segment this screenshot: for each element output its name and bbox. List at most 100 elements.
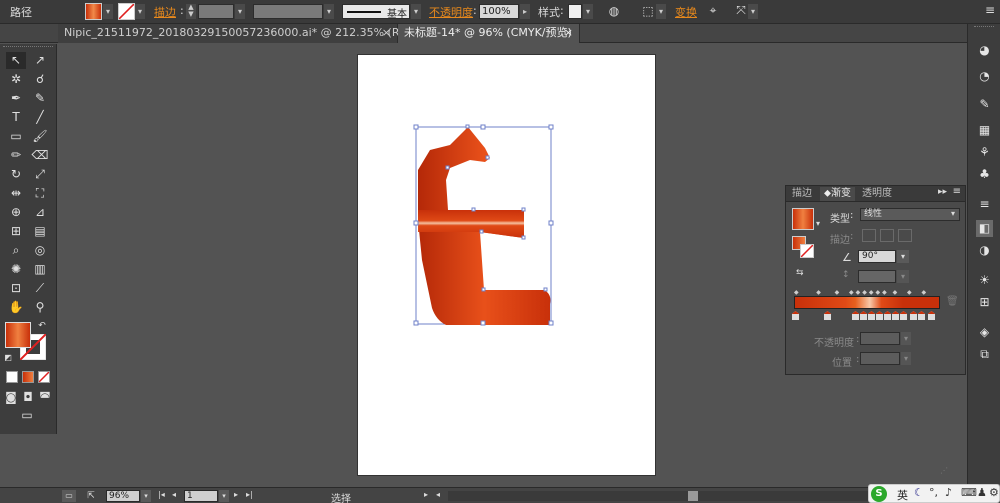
dock-grip[interactable] bbox=[974, 26, 994, 27]
close-icon[interactable]: × bbox=[382, 24, 391, 42]
chevron-down-icon[interactable]: ▾ bbox=[951, 209, 955, 218]
artboard-dropdown[interactable]: ▾ bbox=[219, 490, 229, 502]
magic-wand-tool[interactable]: ✲ bbox=[6, 71, 26, 88]
hand-tool[interactable]: ✋ bbox=[6, 299, 26, 316]
color-panel-icon[interactable]: ◕ bbox=[976, 42, 993, 59]
gradient-tool[interactable]: ▤ bbox=[30, 223, 50, 240]
rectangle-tool[interactable]: ▭ bbox=[6, 128, 26, 145]
gradient-slider[interactable] bbox=[794, 296, 940, 309]
gradient-color-stop[interactable] bbox=[910, 311, 917, 320]
opacity-dropdown[interactable]: ▸ bbox=[520, 4, 530, 19]
direct-selection-tool[interactable]: ↗ bbox=[30, 52, 50, 69]
reverse-gradient-icon[interactable]: ⇆ bbox=[796, 268, 804, 278]
gradient-preview-swatch[interactable] bbox=[792, 208, 814, 230]
zoom-tool[interactable]: ⚲ bbox=[30, 299, 50, 316]
default-colors-icon[interactable]: ◩ bbox=[3, 353, 13, 363]
transparency-panel-icon[interactable]: ◑ bbox=[976, 242, 993, 259]
none-mode-icon[interactable] bbox=[38, 371, 50, 383]
fill-stroke-toggle-stroke[interactable] bbox=[800, 244, 814, 258]
fill-swatch[interactable] bbox=[85, 3, 102, 20]
gradient-color-stop[interactable] bbox=[824, 311, 831, 320]
sogou-logo-icon[interactable]: S bbox=[871, 486, 887, 502]
panel-menu-icon[interactable]: ≡ bbox=[984, 3, 996, 17]
gradient-color-stop[interactable] bbox=[884, 311, 891, 320]
isolate-object-icon[interactable]: ⌖ bbox=[705, 3, 721, 18]
shape-builder-tool[interactable]: ⊕ bbox=[6, 204, 26, 221]
pencil-tool[interactable]: ✏ bbox=[6, 147, 26, 164]
align-dropdown[interactable]: ▾ bbox=[656, 4, 666, 19]
perspective-grid-tool[interactable]: ⊿ bbox=[30, 204, 50, 221]
first-artboard-icon[interactable]: |◂ bbox=[158, 490, 165, 499]
brushes-icon[interactable]: ✎ bbox=[976, 96, 993, 113]
fill-color-front[interactable] bbox=[5, 322, 31, 348]
gradient-color-stop[interactable] bbox=[852, 311, 859, 320]
transform-label[interactable]: 变换 bbox=[675, 4, 697, 20]
stroke-panel-icon[interactable]: ≡ bbox=[976, 196, 993, 213]
gradient-midpoint-row[interactable]: ◆ ◆ ◆ ◆◆◆◆◆◆ ◆ ◆ ◆ bbox=[794, 289, 944, 296]
scroll-left-icon[interactable]: ◂ bbox=[436, 490, 440, 499]
stroke-weight-stepper[interactable]: ▲ ▼ bbox=[186, 4, 196, 19]
paintbrush-tool[interactable]: 🖌 bbox=[30, 128, 50, 145]
swatches-icon[interactable]: ▦ bbox=[976, 122, 993, 139]
variable-width-dropdown[interactable]: ▾ bbox=[324, 4, 334, 19]
keyboard-icon[interactable]: ⌨ bbox=[961, 486, 977, 499]
stroke-weight-field[interactable] bbox=[198, 4, 234, 19]
stroke-swatch[interactable] bbox=[118, 3, 135, 20]
rotate-tool[interactable]: ↻ bbox=[6, 166, 26, 183]
type-tool[interactable]: T bbox=[6, 109, 26, 126]
close-icon[interactable]: × bbox=[564, 24, 573, 42]
zoom-dropdown[interactable]: ▾ bbox=[141, 490, 151, 502]
horizontal-scrollbar-thumb[interactable] bbox=[688, 491, 698, 501]
style-dropdown[interactable]: ▾ bbox=[583, 4, 593, 19]
tab-stroke[interactable]: 描边 bbox=[788, 187, 816, 201]
microphone-icon[interactable]: ♪ bbox=[945, 486, 952, 499]
gradient-preset-dropdown-icon[interactable]: ▾ bbox=[816, 219, 820, 228]
ime-language-toggle[interactable]: 英 bbox=[897, 487, 908, 503]
gradient-color-stop[interactable] bbox=[900, 311, 907, 320]
gradient-color-stop[interactable] bbox=[918, 311, 925, 320]
recolor-artwork-icon[interactable]: ◍ bbox=[606, 4, 622, 18]
graphic-styles-icon[interactable]: ♣ bbox=[976, 166, 993, 183]
selection-tool[interactable]: ↖ bbox=[6, 52, 26, 69]
tab-gradient[interactable]: ⬥渐变 bbox=[820, 187, 855, 201]
width-tool[interactable]: ⇹ bbox=[6, 185, 26, 202]
layers-icon[interactable]: ◈ bbox=[976, 324, 993, 341]
panel-grip[interactable] bbox=[3, 46, 53, 50]
moon-icon[interactable]: ☾ bbox=[914, 486, 924, 499]
prev-artboard-icon[interactable]: ◂ bbox=[172, 490, 176, 499]
column-graph-tool[interactable]: ▥ bbox=[30, 261, 50, 278]
stroke-weight-dropdown[interactable]: ▾ bbox=[235, 4, 245, 19]
swap-fill-stroke-icon[interactable]: ↶ bbox=[36, 320, 48, 332]
eraser-tool[interactable]: ⌫ bbox=[30, 147, 50, 164]
flip-options-icon[interactable]: ⤧ bbox=[733, 3, 749, 18]
color-guide-icon[interactable]: ◔ bbox=[976, 68, 993, 85]
gradient-color-stop[interactable] bbox=[860, 311, 867, 320]
last-artboard-icon[interactable]: ▸| bbox=[246, 490, 253, 499]
gradient-color-stop[interactable] bbox=[928, 311, 935, 320]
gradient-color-stop[interactable] bbox=[876, 311, 883, 320]
artboard-tool[interactable]: ⊡ bbox=[6, 280, 26, 297]
brush-definition-field[interactable]: 基本 bbox=[342, 4, 410, 20]
gradient-type-select[interactable]: 线性 bbox=[860, 208, 960, 221]
gradient-color-stop[interactable] bbox=[868, 311, 875, 320]
opacity-label[interactable]: 不透明度 bbox=[429, 4, 473, 20]
ime-settings-icon[interactable]: ⚙ bbox=[989, 486, 999, 499]
zoom-field[interactable]: 96% bbox=[106, 490, 140, 502]
symbol-sprayer-tool[interactable]: ✺ bbox=[6, 261, 26, 278]
mesh-tool[interactable]: ⊞ bbox=[6, 223, 26, 240]
stroke-label[interactable]: 描边 bbox=[154, 4, 176, 20]
scale-tool[interactable]: ⤢ bbox=[30, 166, 50, 183]
angle-dropdown-arrow[interactable]: ▾ bbox=[897, 250, 909, 263]
draw-behind-icon[interactable]: ◘ bbox=[21, 389, 35, 406]
slice-tool[interactable]: ⟋ bbox=[30, 280, 50, 297]
panel-menu-icon[interactable]: ≡ bbox=[953, 186, 961, 197]
brush-dropdown[interactable]: ▾ bbox=[411, 4, 421, 19]
lasso-tool[interactable]: ☌ bbox=[30, 71, 50, 88]
curvature-tool[interactable]: ✎ bbox=[30, 90, 50, 107]
tab-transparency[interactable]: 透明度 bbox=[858, 187, 896, 201]
selected-path-artwork[interactable] bbox=[410, 120, 560, 330]
export-icon[interactable]: ⇱ bbox=[84, 490, 98, 502]
style-swatch[interactable] bbox=[568, 4, 582, 19]
gradient-mode-icon[interactable] bbox=[22, 371, 34, 383]
tab-nipic-document[interactable]: Nipic_21511972_20180329150057236000.ai* … bbox=[58, 24, 446, 43]
